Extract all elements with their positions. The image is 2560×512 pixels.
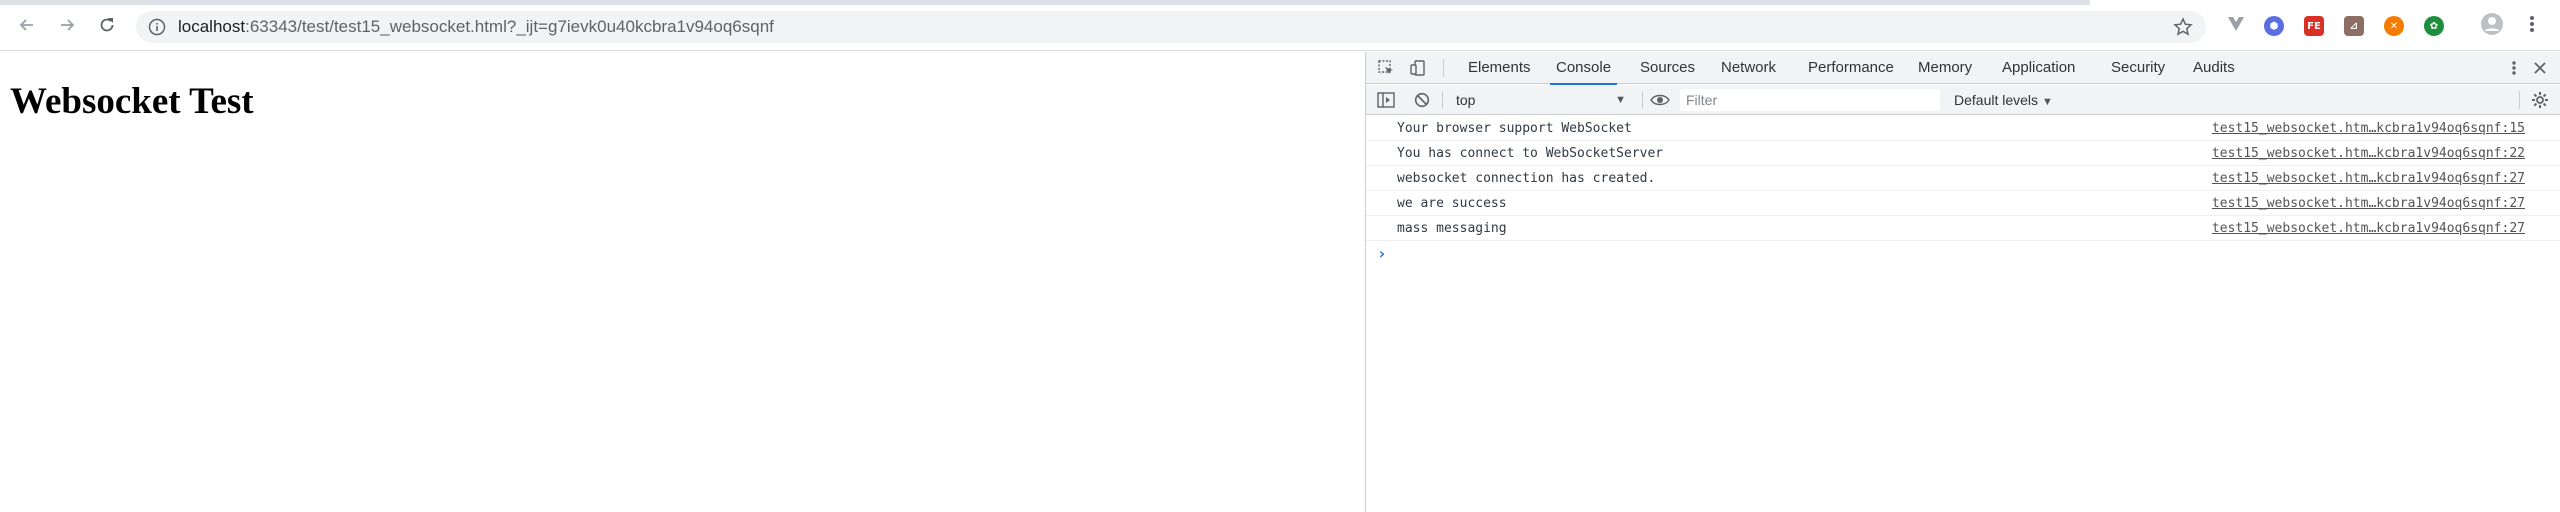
back-button[interactable] — [13, 13, 41, 41]
sidebar-toggle-icon[interactable] — [1376, 90, 1396, 110]
device-toolbar-icon[interactable] — [1408, 58, 1428, 78]
tab-sources[interactable]: Sources — [1640, 52, 1695, 84]
devtools-panel: Elements Console Sources Network Perform… — [1365, 52, 2560, 512]
address-bar[interactable]: localhost:63343/test/test15_websocket.ht… — [136, 11, 2206, 43]
console-messages: Your browser support WebSocket test15_we… — [1366, 116, 2560, 512]
console-message: we are success test15_websocket.htm…kcbr… — [1366, 191, 2560, 216]
context-selector[interactable]: top ▼ — [1452, 89, 1632, 111]
url-text[interactable]: localhost:63343/test/test15_websocket.ht… — [178, 18, 774, 36]
console-filter-bar: top ▼ Default levels▼ — [1366, 85, 2560, 115]
console-message: websocket connection has created. test15… — [1366, 166, 2560, 191]
extension-vue-devtools[interactable] — [2224, 14, 2248, 38]
extension-fe-helper[interactable]: FE — [2302, 14, 2326, 38]
kebab-menu-icon — [2529, 14, 2535, 39]
orange-extension-icon: ✕ — [2384, 16, 2404, 36]
evernote-icon: ✿ — [2424, 16, 2444, 36]
filterbar-divider-3 — [2519, 91, 2520, 109]
console-filter-input[interactable] — [1680, 89, 1940, 111]
tab-strip — [0, 0, 2090, 5]
avatar-icon — [2480, 12, 2504, 41]
tab-elements[interactable]: Elements — [1468, 52, 1531, 84]
tab-audits[interactable]: Audits — [2193, 52, 2235, 84]
reload-button[interactable] — [93, 13, 121, 41]
devtools-menu-icon[interactable] — [2504, 58, 2524, 78]
pdf-icon: ⊿ — [2344, 16, 2364, 36]
message-source-link[interactable]: test15_websocket.htm…kcbra1v94oq6sqnf:27 — [2212, 216, 2525, 241]
console-message: You has connect to WebSocketServer test1… — [1366, 141, 2560, 166]
context-value: top — [1456, 92, 1476, 108]
message-source-link[interactable]: test15_websocket.htm…kcbra1v94oq6sqnf:15 — [2212, 116, 2525, 141]
tab-security[interactable]: Security — [2111, 52, 2165, 84]
message-source-link[interactable]: test15_websocket.htm…kcbra1v94oq6sqnf:22 — [2212, 141, 2525, 166]
extension-evernote[interactable]: ✿ — [2422, 14, 2446, 38]
info-icon[interactable] — [148, 18, 166, 41]
arrow-left-icon — [18, 16, 36, 39]
tabbar-divider — [1443, 59, 1444, 77]
message-source-link[interactable]: test15_websocket.htm…kcbra1v94oq6sqnf:27 — [2212, 166, 2525, 191]
chevron-down-icon: ▼ — [1615, 94, 1626, 106]
console-prompt[interactable]: › — [1377, 244, 1387, 263]
close-icon[interactable] — [2530, 58, 2550, 78]
browser-toolbar: localhost:63343/test/test15_websocket.ht… — [0, 0, 2560, 51]
devtools-tabbar: Elements Console Sources Network Perform… — [1366, 52, 2560, 85]
console-message: mass messaging test15_websocket.htm…kcbr… — [1366, 216, 2560, 241]
console-settings-icon[interactable] — [2530, 90, 2550, 110]
page-heading: Websocket Test — [10, 81, 254, 122]
profile-button[interactable] — [2480, 12, 2504, 41]
filterbar-divider — [1442, 91, 1443, 109]
forward-button[interactable] — [53, 13, 81, 41]
inspect-element-icon[interactable] — [1376, 58, 1396, 78]
filterbar-divider-2 — [1642, 91, 1643, 109]
chevron-down-icon: ▼ — [2042, 96, 2053, 108]
reload-icon — [98, 16, 116, 39]
arrow-right-icon — [58, 16, 76, 39]
url-host: localhost — [178, 17, 246, 36]
message-text: Your browser support WebSocket — [1397, 121, 1632, 136]
eye-icon[interactable] — [1650, 90, 1670, 110]
fe-helper-icon: FE — [2304, 16, 2324, 36]
url-path: :63343/test/test15_websocket.html?_ijt=g… — [245, 17, 774, 36]
log-levels-dropdown[interactable]: Default levels ▼ — [1954, 89, 2053, 111]
page-viewport: Websocket Test — [0, 52, 1365, 512]
extension-pdf[interactable]: ⊿ — [2342, 14, 2366, 38]
tab-memory[interactable]: Memory — [1918, 52, 1972, 84]
extension-orange[interactable]: ✕ — [2382, 14, 2406, 38]
message-source-link[interactable]: test15_websocket.htm…kcbra1v94oq6sqnf:27 — [2212, 191, 2525, 216]
shield-extension-icon: ⬢ — [2264, 16, 2284, 36]
message-text: websocket connection has created. — [1397, 171, 1656, 186]
message-text: we are success — [1397, 196, 1507, 211]
chrome-menu-button[interactable] — [2520, 14, 2544, 38]
tab-performance[interactable]: Performance — [1808, 52, 1894, 84]
extension-shield[interactable]: ⬢ — [2262, 14, 2286, 38]
console-message: Your browser support WebSocket test15_we… — [1366, 116, 2560, 141]
message-text: You has connect to WebSocketServer — [1397, 146, 1664, 161]
clear-console-icon[interactable] — [1412, 90, 1432, 110]
log-levels-label: Default levels — [1954, 92, 2039, 108]
tab-console[interactable]: Console — [1549, 52, 1618, 85]
vue-icon — [2226, 14, 2246, 39]
star-icon[interactable] — [2172, 16, 2194, 43]
tab-application[interactable]: Application — [2002, 52, 2075, 84]
message-text: mass messaging — [1397, 221, 1507, 236]
tab-network[interactable]: Network — [1721, 52, 1776, 84]
